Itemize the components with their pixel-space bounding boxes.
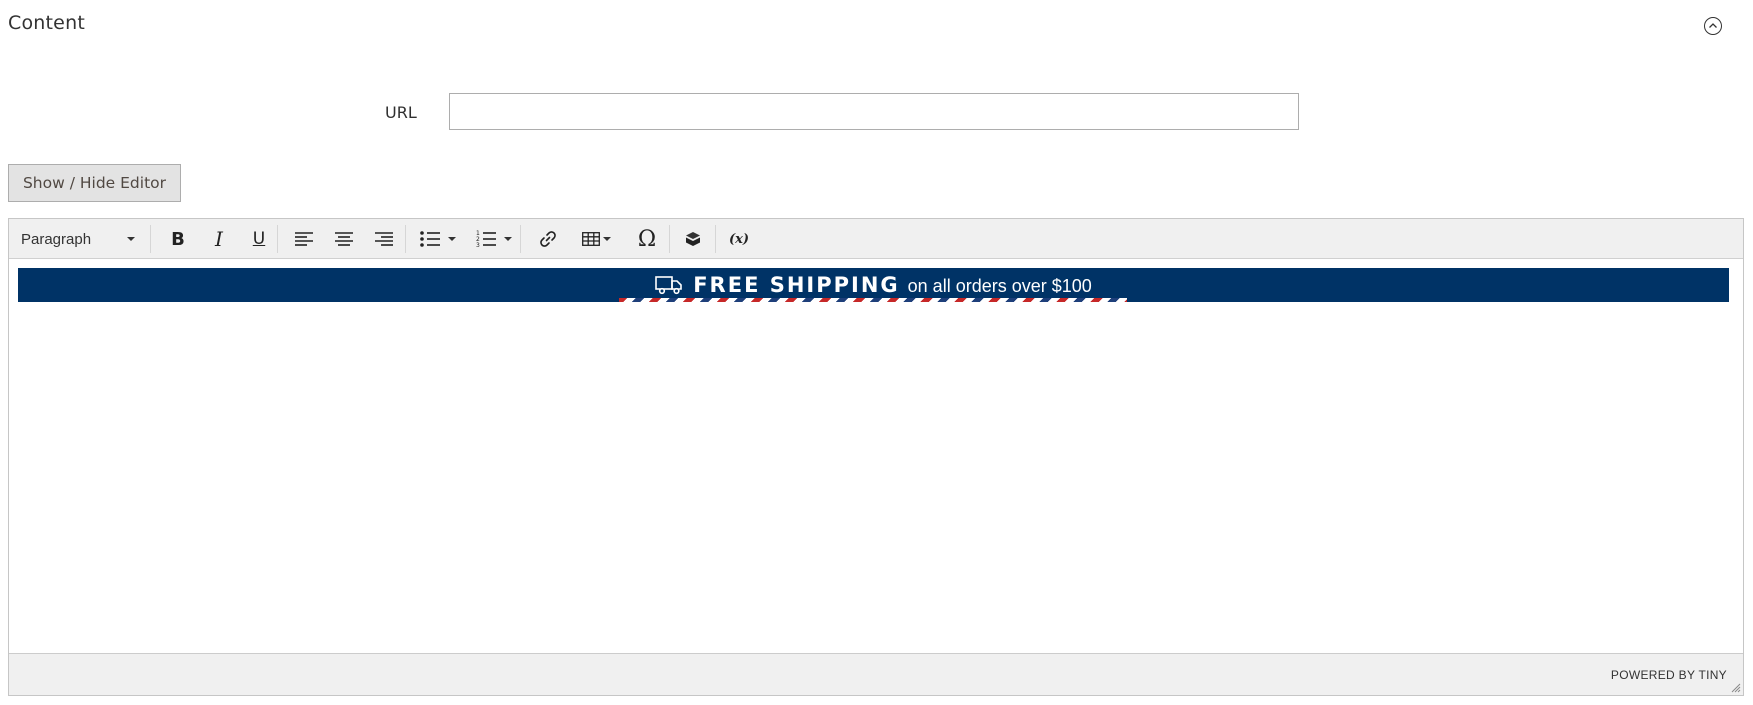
- widget-icon: [686, 232, 700, 246]
- toolbar-separator: [669, 225, 670, 253]
- truck-icon: [655, 276, 683, 295]
- paragraph-format-select[interactable]: Paragraph: [13, 219, 147, 259]
- numbered-list-icon: 123: [476, 230, 496, 248]
- toolbar-separator: [715, 225, 716, 253]
- chevron-down-icon: [127, 237, 135, 241]
- bold-icon: B: [171, 228, 185, 250]
- toolbar-separator: [405, 225, 406, 253]
- insert-widget-button[interactable]: [675, 219, 711, 259]
- editor-content-area[interactable]: FREE SHIPPING on all orders over $100: [9, 259, 1743, 654]
- insert-variable-button[interactable]: (x): [720, 219, 758, 259]
- url-label: URL: [385, 103, 417, 122]
- table-button[interactable]: [574, 219, 618, 259]
- section-title: Content: [8, 12, 85, 34]
- show-hide-editor-button[interactable]: Show / Hide Editor: [8, 164, 181, 202]
- banner-subtext: on all orders over $100: [907, 275, 1092, 296]
- link-icon: [540, 231, 556, 247]
- collapse-section-button[interactable]: [1704, 17, 1722, 35]
- chevron-up-icon: [1709, 23, 1717, 28]
- chevron-down-icon: [504, 237, 512, 241]
- toolbar-separator: [150, 225, 151, 253]
- format-select-value: Paragraph: [21, 230, 92, 248]
- italic-icon: I: [215, 227, 223, 251]
- variable-icon: (x): [728, 231, 750, 247]
- resize-handle-icon[interactable]: [1731, 683, 1741, 693]
- url-input[interactable]: [449, 93, 1299, 130]
- underline-icon: U: [252, 229, 266, 249]
- free-shipping-banner: FREE SHIPPING on all orders over $100: [18, 268, 1729, 302]
- align-center-button[interactable]: [327, 219, 361, 259]
- toolbar-separator: [277, 225, 278, 253]
- chevron-down-icon: [602, 237, 611, 241]
- align-left-icon: [295, 232, 313, 246]
- link-button[interactable]: [529, 219, 567, 259]
- toolbar-separator: [520, 225, 521, 253]
- wysiwyg-editor: Paragraph B I U 123 Ω (x) FREE SHIPPING …: [8, 218, 1744, 696]
- banner-stripe: [619, 298, 1127, 302]
- align-center-icon: [335, 232, 353, 246]
- align-right-button[interactable]: [367, 219, 401, 259]
- special-character-icon: Ω: [637, 226, 657, 252]
- chevron-down-icon: [448, 237, 456, 241]
- powered-by-tiny[interactable]: POWERED BY TINY: [1611, 668, 1727, 682]
- table-icon: [581, 232, 600, 246]
- numbered-list-button[interactable]: 123: [470, 219, 518, 259]
- bullet-list-icon: [420, 231, 440, 247]
- banner-headline: FREE SHIPPING: [693, 273, 900, 297]
- bold-button[interactable]: B: [161, 219, 195, 259]
- svg-text:3: 3: [476, 242, 480, 248]
- bullet-list-button[interactable]: [414, 219, 462, 259]
- editor-toolbar: Paragraph B I U 123 Ω (x): [9, 219, 1743, 259]
- align-right-icon: [375, 232, 393, 246]
- underline-button[interactable]: U: [242, 219, 276, 259]
- special-character-button[interactable]: Ω: [628, 219, 666, 259]
- editor-statusbar: POWERED BY TINY: [9, 653, 1743, 695]
- italic-button[interactable]: I: [202, 219, 236, 259]
- align-left-button[interactable]: [287, 219, 321, 259]
